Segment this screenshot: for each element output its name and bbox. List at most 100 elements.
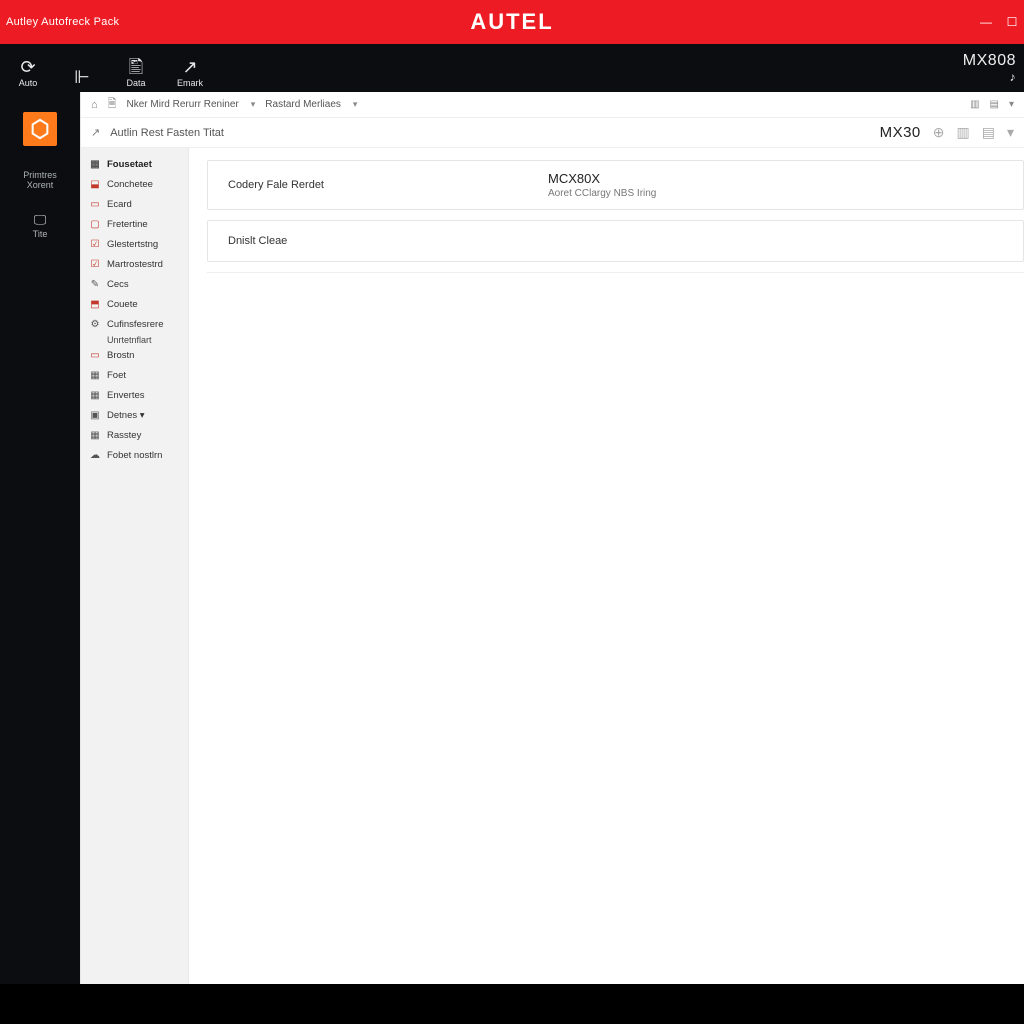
box-icon: ▣ (89, 410, 101, 422)
tool-emark-button[interactable]: ↗ Emark (170, 58, 210, 88)
sidebar-item-conchetee[interactable]: ⬓Conchetee (81, 176, 188, 194)
hexagon-icon (29, 118, 51, 140)
half-icon: ⬒ (89, 299, 101, 311)
rail-item-primtres[interactable]: Primtres Xorent (10, 168, 70, 191)
subheader-label: Autlin Rest Fasten Titat (110, 127, 224, 139)
emark-icon: ↗ (182, 58, 197, 76)
view-icon-1[interactable]: ▥ (970, 99, 979, 110)
tool-data-label: Data (126, 78, 145, 88)
titlebar: Autley Autofreck Pack AUTEL — ☐ (0, 0, 1024, 44)
sidebar-item-ecard[interactable]: ▭Ecard (81, 196, 188, 214)
plus-icon[interactable]: ⊕ (933, 124, 945, 141)
sidebar-label: Foet (107, 371, 126, 382)
folder-icon: ▭ (89, 350, 101, 362)
sidebar-label: Martrostestrd (107, 260, 163, 271)
model-label: MX808 (963, 53, 1016, 69)
left-rail: Primtres Xorent 🖵 Tite (0, 92, 80, 984)
sidebar-label: Fousetaet (107, 160, 152, 171)
refresh-icon: ⟳ (20, 58, 35, 76)
sidebar-item-fobetnostlrn[interactable]: ☁ Fobet nostlrn (81, 447, 188, 465)
inner-row: ▦ Fousetaet ⬓Conchetee ▭Ecard ▢ Fretertine… (81, 148, 1024, 984)
divider (207, 272, 1024, 273)
calendar-icon: ▦ (89, 159, 101, 171)
sidebar-item-foet[interactable]: ▦Foet (81, 367, 188, 385)
cursor-icon[interactable]: ↗ (91, 126, 100, 139)
card-right-box: MCX80X Aoret CClargy NBS Iring (548, 171, 656, 199)
sidebar-label: Fobet nostlrn (107, 451, 162, 462)
tool-auto-label: Auto (19, 78, 38, 88)
breadcrumb-bar: ⌂ 🗎 Nker Mird Rerurr Reniner ▾ Rastard M… (81, 92, 1024, 118)
titlebar-left-text: Autley Autofreck Pack (6, 16, 119, 28)
dropdown-icon[interactable]: ▾ (1007, 124, 1014, 141)
sidebar-item-fretertine[interactable]: ▢ Fretertine (81, 216, 188, 234)
sidebar-label: Cecs (107, 280, 129, 291)
toolbar-left-group: ⟳ Auto ⊩ 🖺 Data ↗ Emark (8, 44, 210, 92)
card-icon: ▭ (89, 199, 101, 211)
doc-icon[interactable]: 🗎 (108, 95, 117, 114)
minimize-button[interactable]: — (980, 16, 992, 28)
sidebar-item-glestertstng[interactable]: ☑Glestertstng (81, 236, 188, 254)
sidebar-item-cufinsfesrere[interactable]: ⚙ Cufinsfesrere (81, 316, 188, 334)
content-pane: ⌂ 🗎 Nker Mird Rerurr Reniner ▾ Rastard M… (80, 92, 1024, 984)
chevron-down-icon: ▾ (353, 99, 358, 110)
crumb-2[interactable]: Rastard Merliaes (265, 99, 341, 110)
sidebar-item-cecs[interactable]: ✎ Cecs (81, 276, 188, 294)
crumb-1[interactable]: Nker Mird Rerurr Reniner (127, 99, 239, 110)
card-row[interactable]: Codery Fale Rerdet MCX80X Aoret CClargy … (207, 160, 1024, 210)
tool-data-button[interactable]: 🖺 Data (116, 58, 156, 88)
list-icon[interactable]: ▤ (982, 124, 995, 141)
sidebar-label: Couete (107, 300, 138, 311)
chevron-down-icon: ▾ (251, 99, 256, 110)
square-icon: ▢ (89, 219, 101, 231)
tool-emark-label: Emark (177, 78, 203, 88)
sidebar-label: Brostn (107, 351, 134, 362)
check-icon: ☑ (89, 239, 101, 251)
rail-item-tite[interactable]: 🖵 Tite (10, 213, 70, 240)
toolbar-black: ⟳ Auto ⊩ 🖺 Data ↗ Emark MX808 ♪ (0, 44, 1024, 92)
grid-icon: ▦ (89, 430, 101, 442)
maximize-button[interactable]: ☐ (1006, 16, 1018, 28)
mx-label: MX30 (880, 124, 921, 141)
toolbar-right-group: MX808 ♪ (963, 53, 1016, 83)
app-root: Autley Autofreck Pack AUTEL — ☐ ⟳ Auto ⊩… (0, 0, 1024, 1024)
sidebar-item-rasstey[interactable]: ▦Rasstey (81, 427, 188, 445)
sidebar-item-fousetaet[interactable]: ▦ Fousetaet (81, 156, 188, 174)
cloud-icon: ☁ (89, 450, 101, 462)
sidebar-label: Envertes (107, 391, 145, 402)
rail-logo[interactable] (23, 112, 57, 146)
rail-label-1: Primtres Xorent (10, 171, 70, 191)
grid-icon[interactable]: ▥ (957, 124, 970, 141)
model-sub-icon: ♪ (1010, 71, 1017, 83)
card-left-label: Codery Fale Rerdet (228, 179, 548, 191)
subheader-bar: ↗ Autlin Rest Fasten Titat MX30 ⊕ ▥ ▤ ▾ (81, 118, 1024, 148)
sidebar-item-couete[interactable]: ⬒ Couete (81, 296, 188, 314)
sidebar-item-envertes[interactable]: ▦Envertes (81, 387, 188, 405)
main-canvas: Codery Fale Rerdet MCX80X Aoret CClargy … (189, 148, 1024, 984)
sidebar-item-martrostestrd[interactable]: ☑Martrostestrd (81, 256, 188, 274)
sidebar-item-brostn[interactable]: ▭ Brostn (81, 347, 188, 365)
sidebar-label: Detnes ▾ (107, 411, 145, 422)
box-icon: ⬓ (89, 179, 101, 191)
tool-auto-button[interactable]: ⟳ Auto (8, 58, 48, 88)
gear-icon: ⚙ (89, 319, 101, 331)
breadcrumb-right: ▥ ▤ ▾ (970, 99, 1014, 110)
card-subtitle: Aoret CClargy NBS Iring (548, 188, 656, 199)
tool-bar2-button[interactable]: ⊩ (62, 68, 102, 88)
card-row[interactable]: Dnislt Cleae (207, 220, 1024, 262)
rail-label-2: Tite (33, 230, 48, 240)
subheader-right: MX30 ⊕ ▥ ▤ ▾ (880, 124, 1014, 141)
pencil-icon: ✎ (89, 279, 101, 291)
view-icon-2[interactable]: ▤ (990, 99, 999, 110)
card-left-label: Dnislt Cleae (228, 235, 548, 247)
brand-logo-text: AUTEL (470, 9, 553, 35)
view-icon-3[interactable]: ▾ (1009, 99, 1014, 110)
sidebar-label: Fretertine (107, 220, 148, 231)
data-icon: 🖺 (129, 58, 143, 76)
sidebar: ▦ Fousetaet ⬓Conchetee ▭Ecard ▢ Fretertine… (81, 148, 189, 984)
sidebar-label: Cufinsfesrere (107, 320, 164, 331)
monitor-icon: 🖵 (34, 213, 47, 227)
home-icon[interactable]: ⌂ (91, 99, 98, 111)
sidebar-item-detnes[interactable]: ▣ Detnes ▾ (81, 407, 188, 425)
tool2-icon: ⊩ (74, 68, 90, 86)
sidebar-subitem-unrtetnflart[interactable]: Unrtetnflart (81, 335, 188, 345)
